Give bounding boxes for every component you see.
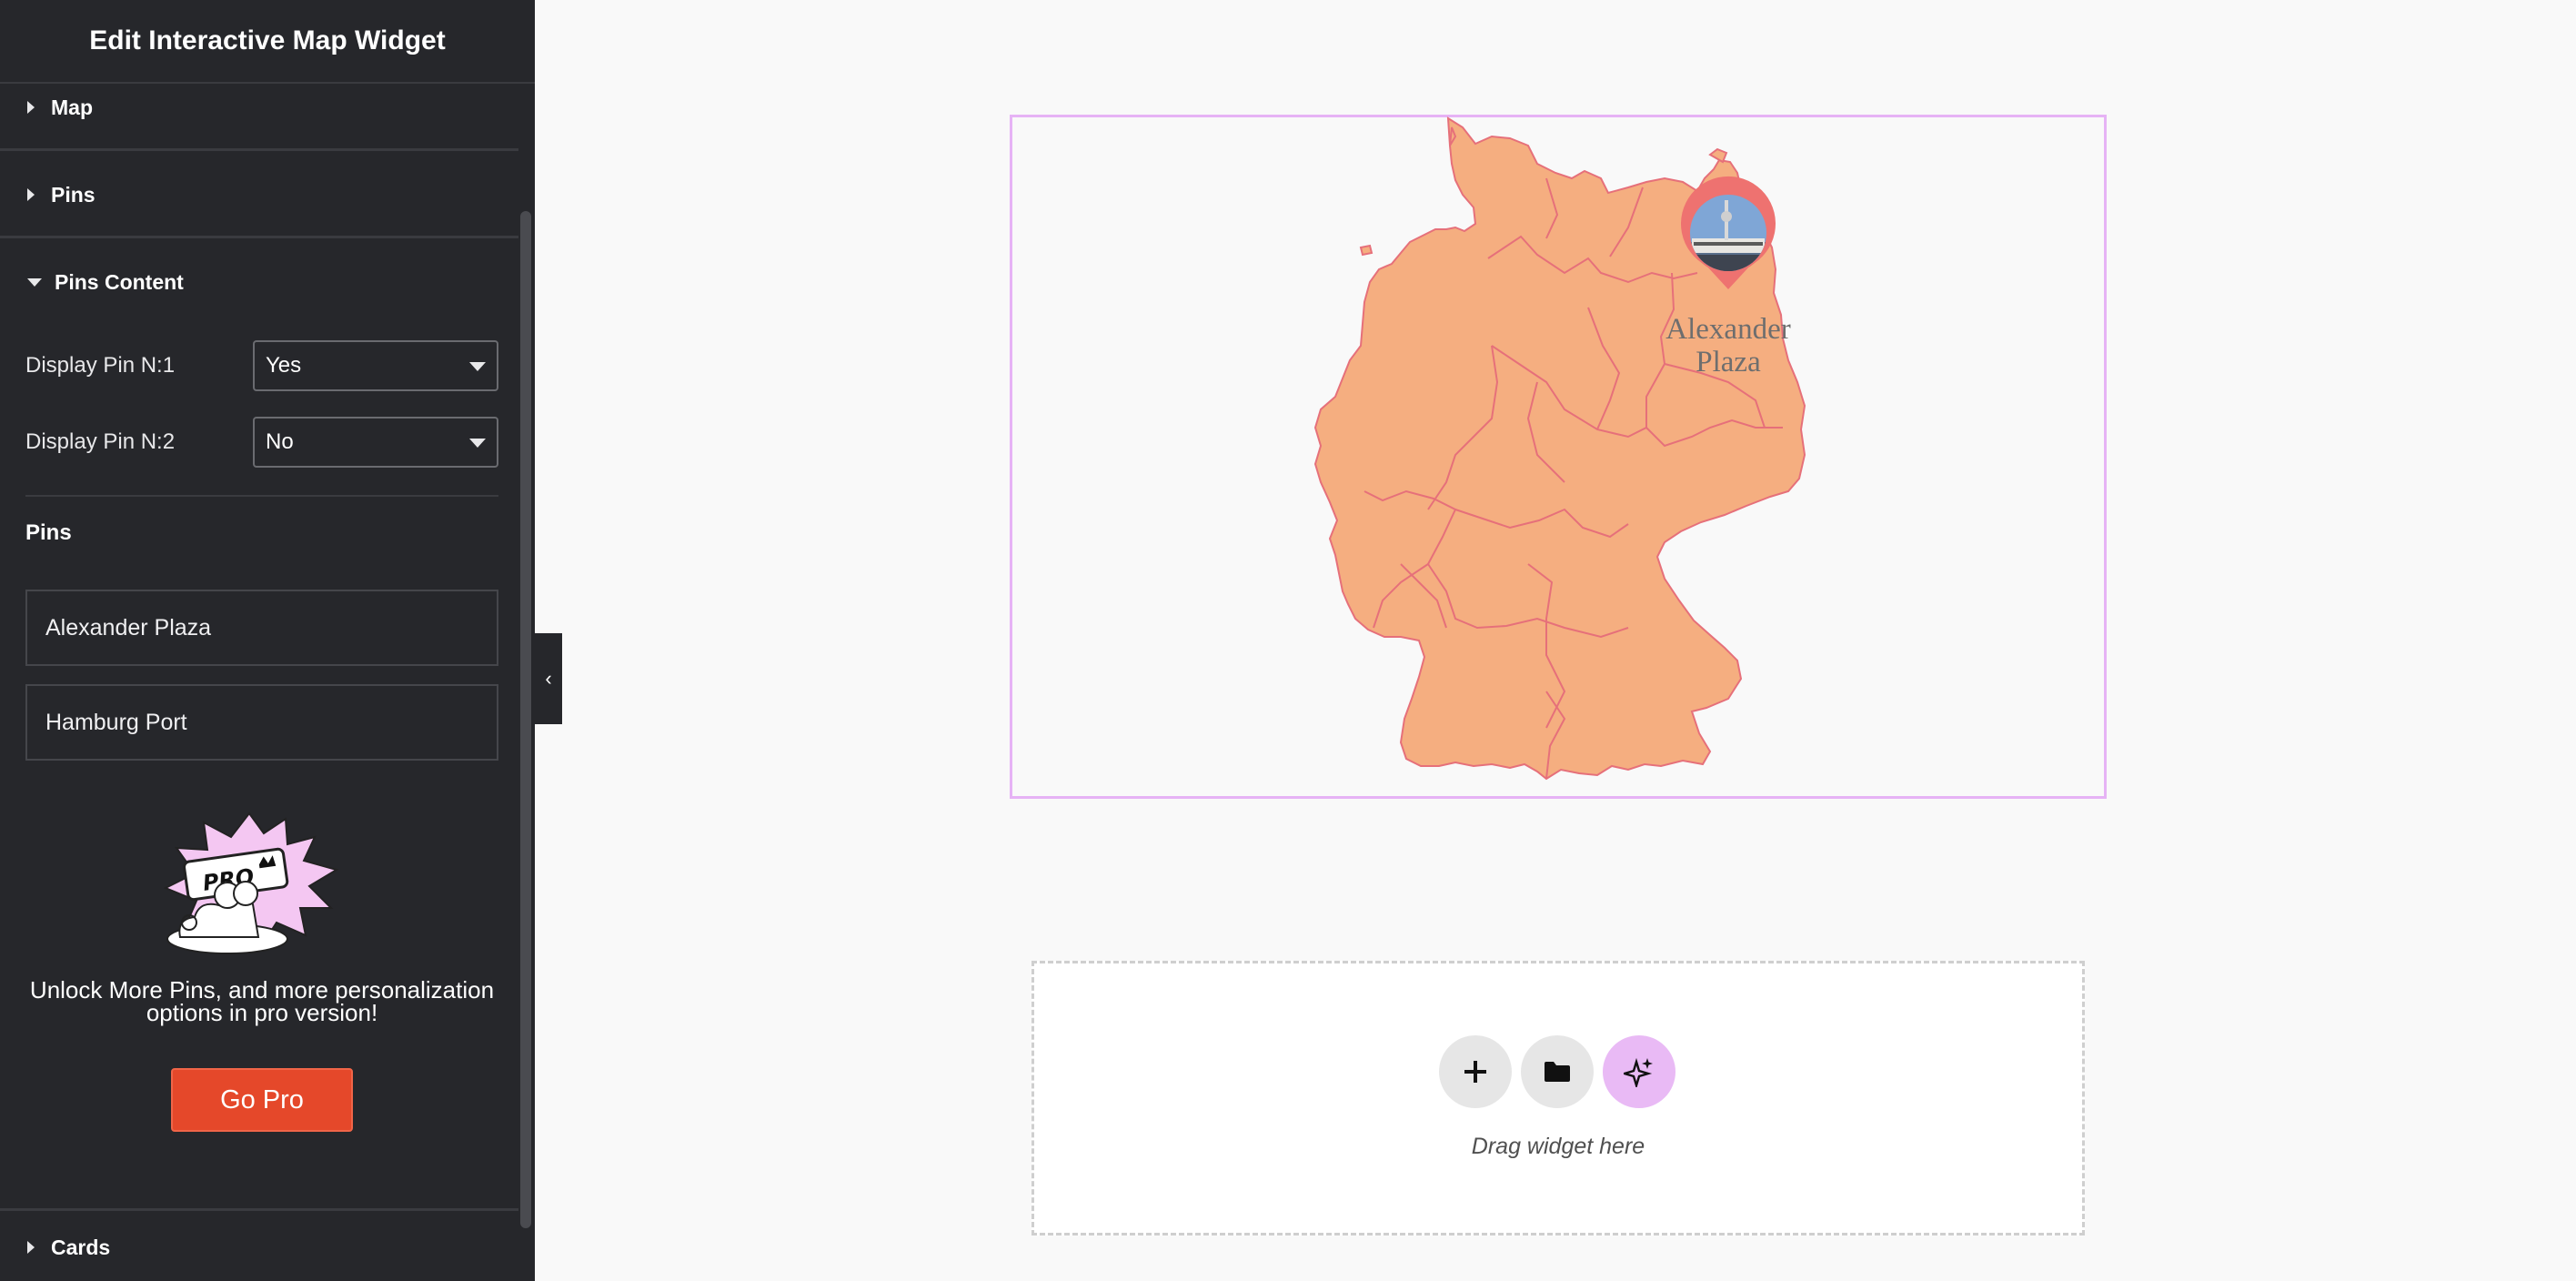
ai-generate-button[interactable] (1603, 1035, 1675, 1108)
dropzone-hint: Drag widget here (1471, 1134, 1645, 1159)
sparkles-icon (1624, 1057, 1653, 1087)
folder-icon (1545, 1062, 1570, 1082)
add-widget-button[interactable] (1439, 1035, 1512, 1108)
plus-icon (1464, 1061, 1486, 1083)
template-library-button[interactable] (1521, 1035, 1594, 1108)
map-pin-label: Alexander Plaza (1665, 313, 1791, 378)
